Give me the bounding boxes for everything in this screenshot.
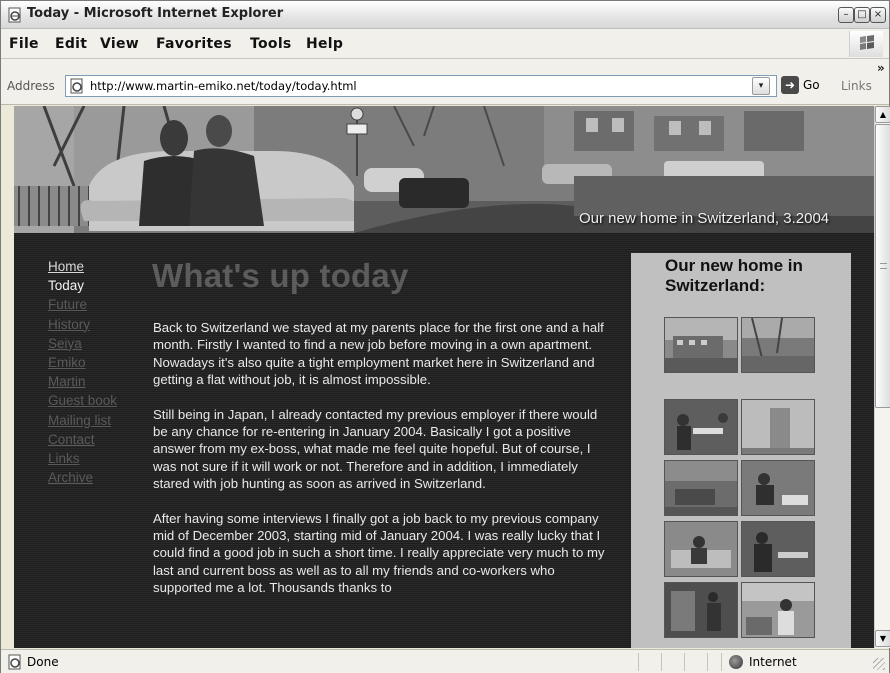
ie-page-icon xyxy=(8,7,21,23)
photo-thumbnail-exterior-yard[interactable] xyxy=(741,317,815,373)
nav-today: Today xyxy=(48,278,85,294)
scroll-up-button[interactable]: ▲ xyxy=(875,106,890,123)
nav-future[interactable]: Future xyxy=(48,295,138,314)
photo-thumbnail-interior-living-room[interactable] xyxy=(664,460,738,516)
status-divider xyxy=(721,653,722,671)
nav-history[interactable]: History xyxy=(48,315,138,334)
internet-globe-icon xyxy=(729,655,743,669)
status-divider xyxy=(684,653,685,671)
close-button[interactable]: × xyxy=(870,7,886,23)
nav-links[interactable]: Links xyxy=(48,449,138,468)
vertical-scrollbar[interactable]: ▲ ▼ xyxy=(874,106,890,648)
status-divider xyxy=(638,653,639,671)
nav-emiko[interactable]: Emiko xyxy=(48,353,138,372)
web-page: Our new home in Switzerland, 3.2004 Home… xyxy=(14,106,874,648)
nav-mailing-list[interactable]: Mailing list xyxy=(48,411,138,430)
go-arrow-icon: ➜ xyxy=(781,76,799,94)
go-button[interactable]: ➜ Go xyxy=(781,75,825,97)
menu-help[interactable]: Help xyxy=(306,36,343,52)
article-paragraph: Back to Switzerland we stayed at my pare… xyxy=(153,320,604,388)
menu-favorites[interactable]: Favorites xyxy=(156,36,232,52)
article-paragraph: Still being in Japan, I already contacte… xyxy=(153,406,598,492)
status-text: Done xyxy=(27,655,59,669)
sidebar-title: Our new home in Switzerland: xyxy=(665,256,803,295)
menu-bar: File Edit View Favorites Tools Help xyxy=(1,29,889,59)
menu-file[interactable]: File xyxy=(9,36,39,52)
photo-thumbnail-interior-kitchen[interactable] xyxy=(664,582,738,638)
site-nav: Home Today Future History Seiya Emiko Ma… xyxy=(48,257,138,487)
nav-guest-book[interactable]: Guest book xyxy=(48,391,138,410)
menu-view[interactable]: View xyxy=(100,36,139,52)
page-icon xyxy=(70,78,83,94)
nav-contact[interactable]: Contact xyxy=(48,430,138,449)
article-body: Back to Switzerland we stayed at my pare… xyxy=(153,319,613,614)
chevron-down-icon[interactable]: ▾ xyxy=(752,77,770,95)
address-label: Address xyxy=(7,79,55,93)
links-button[interactable]: Links xyxy=(841,79,872,93)
photo-thumbnail-interior-person-kitchen[interactable] xyxy=(741,582,815,638)
nav-seiya[interactable]: Seiya xyxy=(48,334,138,353)
chevron-right-icon[interactable]: » xyxy=(877,61,885,75)
window-title: Today - Microsoft Internet Explorer xyxy=(27,6,284,21)
photo-thumbnail-interior-person-sofa[interactable] xyxy=(664,521,738,577)
status-bar: Done Internet xyxy=(1,649,889,673)
scroll-thumb[interactable] xyxy=(875,124,890,408)
scroll-down-button[interactable]: ▼ xyxy=(875,630,890,647)
address-bar: Address http://www.martin-emiko.net/toda… xyxy=(1,59,889,105)
address-input[interactable]: http://www.martin-emiko.net/today/today.… xyxy=(65,75,777,97)
menu-tools[interactable]: Tools xyxy=(250,36,292,52)
menu-edit[interactable]: Edit xyxy=(55,36,87,52)
address-url: http://www.martin-emiko.net/today/today.… xyxy=(90,79,357,93)
page-body: Home Today Future History Seiya Emiko Ma… xyxy=(14,233,874,648)
photo-sidebar: Our new home in Switzerland: xyxy=(631,253,851,648)
browser-window: Today - Microsoft Internet Explorer – □ … xyxy=(0,0,890,673)
go-label: Go xyxy=(803,78,820,92)
scroll-grip-icon xyxy=(880,263,887,269)
windows-logo-icon xyxy=(849,31,883,57)
photo-thumbnail-exterior-building[interactable] xyxy=(664,317,738,373)
status-divider xyxy=(707,653,708,671)
resize-grip-icon[interactable] xyxy=(873,658,885,670)
nav-martin[interactable]: Martin xyxy=(48,372,138,391)
photo-thumbnail-interior-couple-table[interactable] xyxy=(664,399,738,455)
article-paragraph: After having some interviews I finally g… xyxy=(153,510,605,596)
nav-home[interactable]: Home xyxy=(48,257,138,276)
title-bar: Today - Microsoft Internet Explorer – □ … xyxy=(1,1,889,29)
security-zone: Internet xyxy=(749,655,797,669)
banner-photo: Our new home in Switzerland, 3.2004 xyxy=(14,106,874,233)
page-done-icon xyxy=(8,654,21,670)
minimize-button[interactable]: – xyxy=(838,7,854,23)
photo-thumbnail-interior-doorway[interactable] xyxy=(741,399,815,455)
page-heading: What's up today xyxy=(152,257,409,294)
photo-thumbnail-interior-person-laptop[interactable] xyxy=(741,460,815,516)
maximize-button[interactable]: □ xyxy=(854,7,870,23)
nav-archive[interactable]: Archive xyxy=(48,468,138,487)
status-divider xyxy=(661,653,662,671)
photo-thumbnail-interior-person-desk[interactable] xyxy=(741,521,815,577)
banner-caption: Our new home in Switzerland, 3.2004 xyxy=(579,210,830,227)
